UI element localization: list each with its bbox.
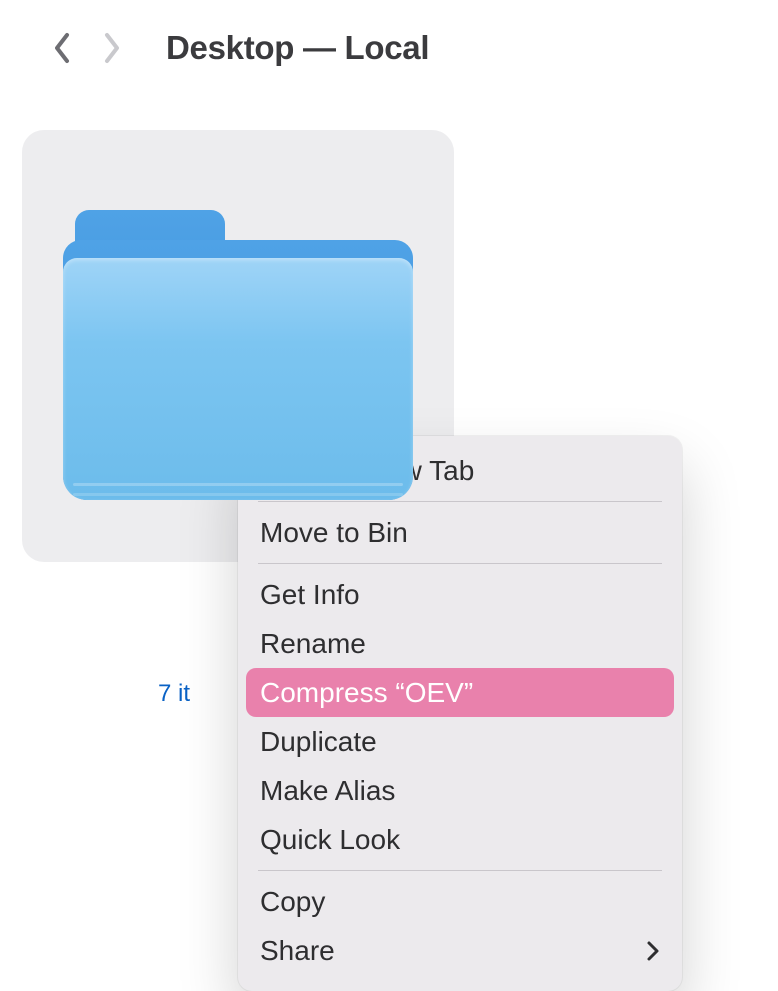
folder-icon (63, 210, 413, 500)
menu-label: Duplicate (260, 724, 377, 759)
menu-label: Quick Look (260, 822, 400, 857)
menu-label: Rename (260, 626, 366, 661)
folder-item[interactable] (22, 130, 454, 562)
menu-divider (258, 870, 662, 871)
menu-label: Get Info (260, 577, 360, 612)
content-area: O 7 it Open in New Tab Move to Bin Get I… (0, 68, 778, 562)
menu-rename[interactable]: Rename (246, 619, 674, 668)
menu-compress[interactable]: Compress “OEV” (246, 668, 674, 717)
back-button[interactable] (48, 28, 76, 68)
menu-share[interactable]: Share (246, 926, 674, 975)
menu-get-info[interactable]: Get Info (246, 570, 674, 619)
menu-label: Compress “OEV” (260, 675, 473, 710)
menu-label: Make Alias (260, 773, 395, 808)
menu-copy[interactable]: Copy (246, 877, 674, 926)
menu-quick-look[interactable]: Quick Look (246, 815, 674, 864)
forward-button[interactable] (98, 28, 126, 68)
menu-make-alias[interactable]: Make Alias (246, 766, 674, 815)
menu-label: Share (260, 933, 335, 968)
context-menu: Open in New Tab Move to Bin Get Info Ren… (238, 436, 682, 991)
menu-label: Copy (260, 884, 325, 919)
chevron-left-icon (52, 31, 72, 65)
chevron-right-icon (646, 940, 660, 962)
menu-duplicate[interactable]: Duplicate (246, 717, 674, 766)
chevron-right-icon (102, 31, 122, 65)
menu-label: Move to Bin (260, 515, 408, 550)
menu-move-to-bin[interactable]: Move to Bin (246, 508, 674, 557)
menu-divider (258, 563, 662, 564)
page-title: Desktop — Local (166, 29, 429, 67)
header-bar: Desktop — Local (0, 0, 778, 68)
menu-divider (258, 501, 662, 502)
